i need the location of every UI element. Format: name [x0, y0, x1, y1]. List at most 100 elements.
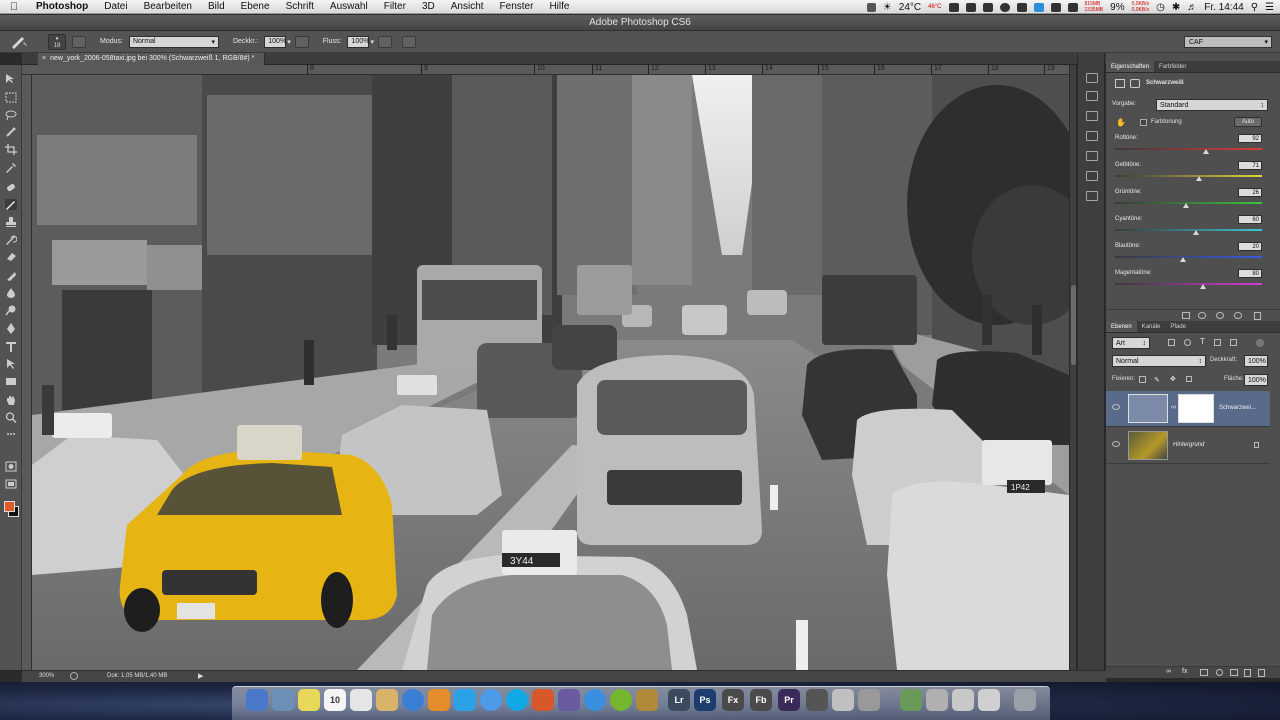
status-icon-5[interactable]: [1050, 2, 1061, 12]
slider-knob[interactable]: [1182, 203, 1189, 208]
quick-mask-icon[interactable]: [5, 461, 17, 472]
weather-icon[interactable]: ☀: [883, 2, 892, 13]
eye-icon[interactable]: [1112, 404, 1120, 410]
menu-bild[interactable]: Bild: [200, 1, 233, 12]
trash-icon[interactable]: [1254, 312, 1261, 320]
eyedropper-icon[interactable]: [5, 162, 17, 173]
tab-pfade[interactable]: Pfade: [1165, 321, 1191, 332]
menu-3d[interactable]: 3D: [414, 1, 443, 12]
document-canvas[interactable]: 3Y44 1P42: [32, 75, 1069, 670]
slider-knob[interactable]: [1192, 230, 1199, 235]
slider-track[interactable]: [1115, 175, 1262, 177]
applications-folder-icon[interactable]: [952, 689, 974, 711]
dodge-icon[interactable]: [5, 305, 17, 316]
notes-icon[interactable]: [298, 689, 320, 711]
close-icon[interactable]: ×: [42, 55, 46, 62]
clone-source-icon[interactable]: [1086, 191, 1098, 201]
filter-smart-icon[interactable]: [1230, 339, 1237, 346]
brush-presets-icon[interactable]: [1086, 131, 1098, 141]
healing-icon[interactable]: [5, 182, 17, 193]
auto-button[interactable]: Auto: [1234, 117, 1262, 127]
status-menu-icon[interactable]: ▶: [198, 672, 203, 680]
flow-field[interactable]: 100%: [347, 35, 370, 48]
slider-track[interactable]: [1115, 256, 1262, 258]
clock[interactable]: Fr. 14:44: [1204, 2, 1243, 13]
flow-chevron-icon[interactable]: ▾: [370, 38, 374, 46]
slideshow-icon[interactable]: [532, 689, 554, 711]
filter-pixel-icon[interactable]: [1168, 339, 1175, 346]
slider-value-field[interactable]: 20: [1238, 242, 1262, 251]
status-icon-1[interactable]: [948, 2, 959, 12]
iphoto-icon[interactable]: [636, 689, 658, 711]
status-icon-2[interactable]: [965, 2, 976, 12]
eraser-icon[interactable]: [5, 251, 17, 262]
photoshop-icon[interactable]: Ps: [694, 689, 716, 711]
filter-type-icon[interactable]: T: [1200, 337, 1205, 346]
lock-icon[interactable]: [1186, 376, 1192, 382]
brush-tool-icon[interactable]: [8, 34, 30, 50]
calendar-icon[interactable]: 10: [324, 689, 346, 711]
horizontal-ruler[interactable]: 8 9 10 11 12 13 14 15 16 17 18 19: [22, 65, 1069, 75]
twitter-icon[interactable]: [1033, 2, 1044, 12]
lasso-icon[interactable]: [5, 110, 17, 121]
safari-icon[interactable]: [402, 689, 424, 711]
status-icon-3[interactable]: [982, 2, 993, 12]
document-tab[interactable]: × new_york_2006-058taxi.jpg bei 300% (Sch…: [38, 53, 266, 65]
menu-datei[interactable]: Datei: [96, 1, 135, 12]
menu-hilfe[interactable]: Hilfe: [541, 1, 577, 12]
messages-icon[interactable]: [480, 689, 502, 711]
twitter-dock-icon[interactable]: [454, 689, 476, 711]
vertical-ruler[interactable]: [22, 75, 32, 670]
mode-select[interactable]: Normal ▾: [128, 35, 219, 48]
contacts-icon[interactable]: [376, 689, 398, 711]
brush-size-picker[interactable]: • 18: [48, 33, 66, 50]
menu-list-icon[interactable]: ☰: [1265, 2, 1274, 13]
status-info-icon[interactable]: [70, 672, 78, 680]
apple-icon[interactable]: : [0, 1, 28, 13]
slider-track[interactable]: [1115, 148, 1262, 150]
link-icon[interactable]: ∞: [1171, 404, 1176, 411]
brush-icon[interactable]: [5, 199, 17, 210]
pressure-opacity-icon[interactable]: [294, 35, 309, 48]
fb-app-icon[interactable]: Fb: [750, 689, 772, 711]
layer-mask-thumb[interactable]: [1178, 394, 1214, 423]
bluetooth-icon[interactable]: ✱: [1172, 2, 1180, 13]
blur-icon[interactable]: [5, 287, 17, 298]
fx-icon[interactable]: fx: [1182, 668, 1187, 675]
battery-percent[interactable]: 9%: [1110, 2, 1124, 13]
stamp-icon[interactable]: [5, 217, 17, 228]
opacity-field[interactable]: 100%: [264, 35, 287, 48]
premiere-icon[interactable]: Pr: [778, 689, 800, 711]
hand-icon[interactable]: [5, 395, 17, 406]
status-icon-4[interactable]: [1016, 2, 1027, 12]
history-brush-icon[interactable]: [5, 234, 17, 245]
pen-icon[interactable]: [5, 323, 17, 334]
opacity-chevron-icon[interactable]: ▾: [287, 38, 291, 46]
slider-value-field[interactable]: 71: [1238, 161, 1262, 170]
document-icon[interactable]: [900, 689, 922, 711]
fx-app-icon[interactable]: Fx: [722, 689, 744, 711]
brush-panel-toggle[interactable]: [72, 35, 86, 48]
type-icon[interactable]: [5, 341, 17, 352]
blend-mode-select[interactable]: Normal ↕: [1112, 355, 1206, 367]
itunes-icon[interactable]: [584, 689, 606, 711]
finder-icon[interactable]: [246, 689, 268, 711]
actions-panel-icon[interactable]: [1086, 91, 1098, 101]
tab-kanaele[interactable]: Kanäle: [1137, 321, 1166, 332]
tab-farbfelder[interactable]: Farbfelder: [1154, 61, 1191, 72]
pressure-size-icon[interactable]: [401, 35, 416, 48]
targeted-adjust-icon[interactable]: ✋: [1116, 118, 1126, 127]
volume-icon[interactable]: ♬: [1187, 2, 1197, 13]
history-panel-icon[interactable]: [1086, 73, 1098, 83]
layer-fill-field[interactable]: 100%: [1244, 374, 1268, 386]
unarchiver-icon[interactable]: [428, 689, 450, 711]
folder-icon[interactable]: [978, 689, 1000, 711]
mail-icon[interactable]: [272, 689, 294, 711]
preview-icon[interactable]: [832, 689, 854, 711]
crop-icon[interactable]: [5, 144, 17, 155]
status-icon-6[interactable]: [1067, 2, 1078, 12]
trash-icon[interactable]: [1014, 689, 1036, 711]
shape-icon[interactable]: [5, 376, 17, 387]
mission-control-icon[interactable]: [558, 689, 580, 711]
link-layers-icon[interactable]: ∞: [1166, 668, 1171, 675]
